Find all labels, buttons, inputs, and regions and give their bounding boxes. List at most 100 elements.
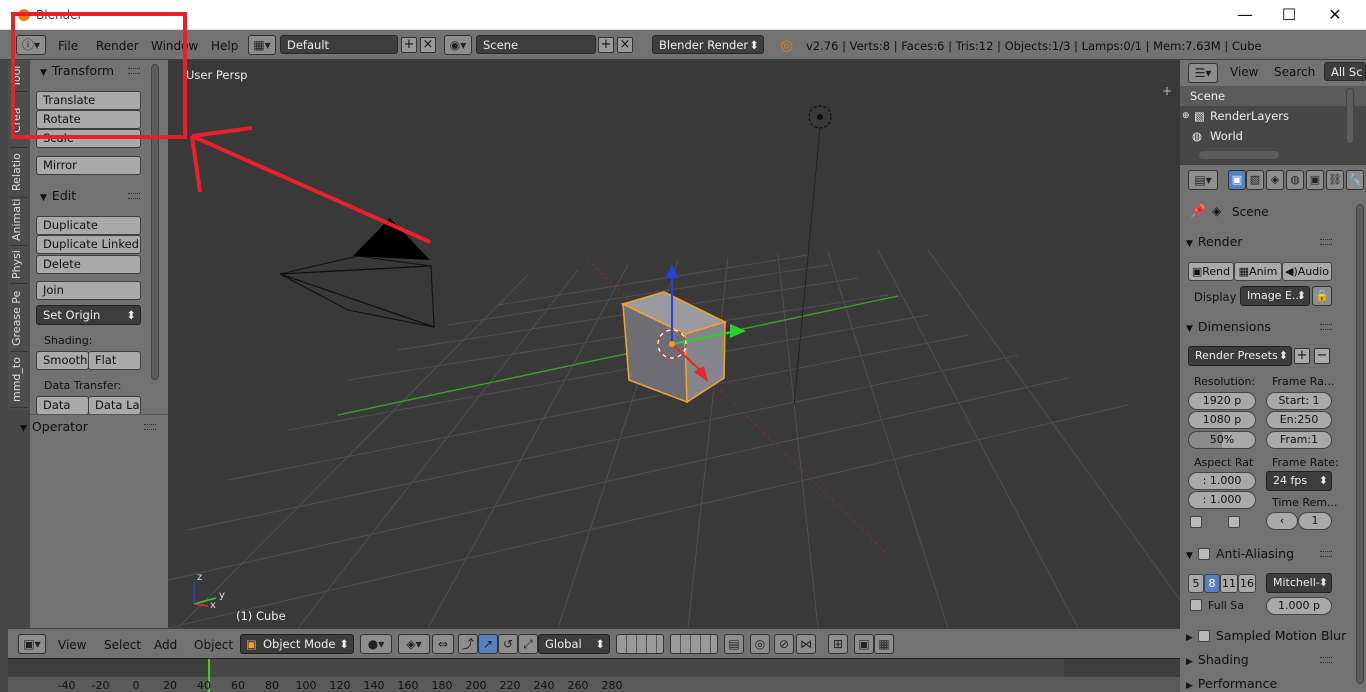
transform-orientation-select[interactable]: Global ⬍ bbox=[538, 634, 610, 654]
scale-manipulator-icon[interactable]: ↺ bbox=[498, 634, 518, 654]
panel-grip-icon[interactable] bbox=[1320, 657, 1332, 663]
pin-icon[interactable]: 📌 bbox=[1190, 204, 1206, 219]
tab-physics[interactable]: Physi bbox=[10, 246, 28, 284]
panel-grip-icon[interactable] bbox=[128, 68, 140, 74]
pivot-point-icon[interactable]: ◈▾ bbox=[398, 634, 430, 654]
world-context-icon[interactable]: ◍ bbox=[1286, 170, 1304, 190]
editor-type-info-icon[interactable]: ⓘ▾ bbox=[16, 35, 46, 55]
editor-type-3d-icon[interactable]: ▣▾ bbox=[18, 634, 46, 654]
filter-size-field[interactable]: 1.000 p bbox=[1266, 597, 1332, 615]
menu-window[interactable]: Window bbox=[151, 39, 198, 53]
timeline[interactable]: -40 -20 0 20 40 60 80 100 120 140 160 180 200 220 240 2… bbox=[8, 658, 1180, 692]
display-mode-select[interactable]: All Sc bbox=[1324, 62, 1366, 81]
frame-rate-select[interactable]: 24 fps ⬍ bbox=[1266, 471, 1332, 491]
minimize-button[interactable]: — bbox=[1222, 4, 1268, 26]
mirror-button[interactable]: Mirror bbox=[36, 156, 141, 175]
object-context-icon[interactable]: ▣ bbox=[1306, 170, 1324, 190]
resolution-x-field[interactable]: 1920 p bbox=[1188, 392, 1256, 410]
remove-preset-icon[interactable]: − bbox=[1314, 348, 1330, 364]
screen-layout-icon[interactable]: ▦▾ bbox=[248, 35, 276, 55]
data-transfer-button[interactable]: Data bbox=[36, 396, 89, 415]
add-panel-icon[interactable]: + bbox=[1162, 84, 1172, 98]
menu-object[interactable]: Object bbox=[194, 638, 233, 652]
render-audio-button[interactable]: ◀)Audio bbox=[1282, 262, 1332, 281]
panel-grip-icon[interactable] bbox=[128, 193, 140, 199]
smooth-button[interactable]: Smooth bbox=[36, 351, 89, 370]
add-preset-icon[interactable]: + bbox=[1294, 348, 1310, 364]
tab-relations[interactable]: Relatio bbox=[10, 148, 28, 198]
render-panel-header[interactable]: ▼ Render bbox=[1186, 234, 1242, 249]
tab-create[interactable]: Crea bbox=[10, 94, 28, 148]
screen-layout-field[interactable]: Default bbox=[280, 35, 398, 54]
set-origin-select[interactable]: Set Origin ⬍ bbox=[36, 305, 141, 325]
outliner-row-renderlayers[interactable]: ⊕ ▧ RenderLayers bbox=[1180, 106, 1366, 126]
duplicate-linked-button[interactable]: Duplicate Linked bbox=[36, 235, 141, 254]
add-layout-icon[interactable]: + bbox=[401, 37, 417, 53]
edit-panel-header[interactable]: ▼ Edit bbox=[40, 188, 76, 208]
lock-interface-icon[interactable]: 🔒 bbox=[1312, 286, 1332, 306]
border-checkbox[interactable] bbox=[1190, 516, 1202, 528]
aa-samples-16[interactable]: 16 bbox=[1238, 574, 1256, 593]
editor-type-outliner-icon[interactable]: ☰▾ bbox=[1188, 63, 1218, 83]
rotate-button[interactable]: Rotate bbox=[36, 110, 141, 129]
snap-target-icon[interactable]: ⊞ bbox=[828, 634, 848, 654]
sampled-motion-blur-panel-header[interactable]: ▶ Sampled Motion Blur bbox=[1186, 628, 1346, 643]
snap-icon[interactable]: ⊘ bbox=[774, 634, 794, 654]
opengl-anim-icon[interactable]: ▦ bbox=[874, 634, 894, 654]
delete-button[interactable]: Delete bbox=[36, 255, 141, 274]
data-layout-button[interactable]: Data La bbox=[88, 396, 141, 415]
aa-samples-11[interactable]: 11 bbox=[1220, 574, 1238, 593]
panel-grip-icon[interactable] bbox=[144, 424, 156, 430]
duplicate-button[interactable]: Duplicate bbox=[36, 216, 141, 235]
render-engine-select[interactable]: Blender Render ⬍ bbox=[652, 35, 764, 54]
menu-add[interactable]: Add bbox=[154, 638, 177, 652]
interaction-mode-select[interactable]: ▣ Object Mode ⬍ bbox=[240, 634, 354, 654]
snap-element-icon[interactable]: ⋈ bbox=[796, 634, 816, 654]
translate-manipulator-icon[interactable]: ⤴ bbox=[458, 634, 478, 654]
render-presets-select[interactable]: Render Presets ⬍ bbox=[1188, 346, 1292, 366]
editor-type-properties-icon[interactable]: ▤▾ bbox=[1188, 170, 1218, 190]
expand-icon[interactable]: ⊕ bbox=[1182, 106, 1190, 126]
outliner-scrollbar-h[interactable] bbox=[1198, 150, 1280, 160]
scene-layers-2-icon[interactable] bbox=[670, 634, 718, 654]
outliner-menu-view[interactable]: View bbox=[1230, 65, 1258, 79]
render-layers-context-icon[interactable]: ▧ bbox=[1246, 170, 1264, 190]
timeline-ruler[interactable] bbox=[8, 677, 1180, 692]
translate-button[interactable]: Translate bbox=[36, 91, 141, 110]
scene-field[interactable]: Scene bbox=[476, 35, 596, 54]
tab-mmd-tools[interactable]: mmd_to bbox=[10, 352, 28, 408]
constraints-context-icon[interactable]: ⛓ bbox=[1326, 170, 1344, 190]
render-still-button[interactable]: ▣Rend bbox=[1188, 262, 1234, 281]
outliner-row-world[interactable]: ◍ World bbox=[1180, 126, 1366, 146]
outliner-menu-search[interactable]: Search bbox=[1274, 65, 1315, 79]
frame-start-field[interactable]: Start: 1 bbox=[1266, 392, 1332, 410]
resolution-y-field[interactable]: 1080 p bbox=[1188, 411, 1256, 429]
motion-blur-checkbox[interactable] bbox=[1197, 630, 1210, 642]
resolution-percentage-slider[interactable]: 50% bbox=[1188, 431, 1256, 449]
tab-tools[interactable]: Tool bbox=[10, 62, 28, 92]
dimensions-panel-header[interactable]: ▼ Dimensions bbox=[1186, 319, 1271, 334]
tab-animation[interactable]: Animati bbox=[10, 194, 28, 246]
scale-button[interactable]: Scale bbox=[36, 129, 141, 148]
scene-layers-icon[interactable] bbox=[616, 634, 664, 654]
tool-shelf-scrollbar[interactable] bbox=[151, 64, 159, 380]
display-select[interactable]: Image E... ⬍ bbox=[1240, 286, 1310, 306]
aspect-x-field[interactable]: : 1.000 bbox=[1188, 472, 1256, 490]
crop-checkbox[interactable] bbox=[1228, 516, 1240, 528]
aa-filter-select[interactable]: Mitchell- ⬍ bbox=[1266, 573, 1332, 593]
shading-panel-header[interactable]: ▶ Shading bbox=[1186, 652, 1249, 667]
scene-context-icon[interactable]: ◈ bbox=[1266, 170, 1284, 190]
proportional-edit-icon[interactable]: ◎ bbox=[750, 634, 770, 654]
menu-render[interactable]: Render bbox=[96, 39, 139, 53]
rotate-manipulator-icon[interactable]: ↗ bbox=[478, 634, 498, 654]
outliner-scrollbar-v[interactable] bbox=[1346, 88, 1354, 144]
time-remap-old-field[interactable]: ‹ bbox=[1266, 512, 1298, 530]
menu-help[interactable]: Help bbox=[211, 39, 238, 53]
anti-aliasing-checkbox[interactable] bbox=[1197, 548, 1210, 560]
aa-samples-5[interactable]: 5 bbox=[1188, 574, 1204, 593]
menu-view[interactable]: View bbox=[58, 638, 86, 652]
panel-grip-icon[interactable] bbox=[1320, 324, 1332, 330]
delete-scene-icon[interactable]: × bbox=[617, 37, 633, 53]
full-sample-checkbox[interactable] bbox=[1190, 599, 1202, 611]
3d-viewport[interactable]: z y x + bbox=[168, 60, 1180, 628]
